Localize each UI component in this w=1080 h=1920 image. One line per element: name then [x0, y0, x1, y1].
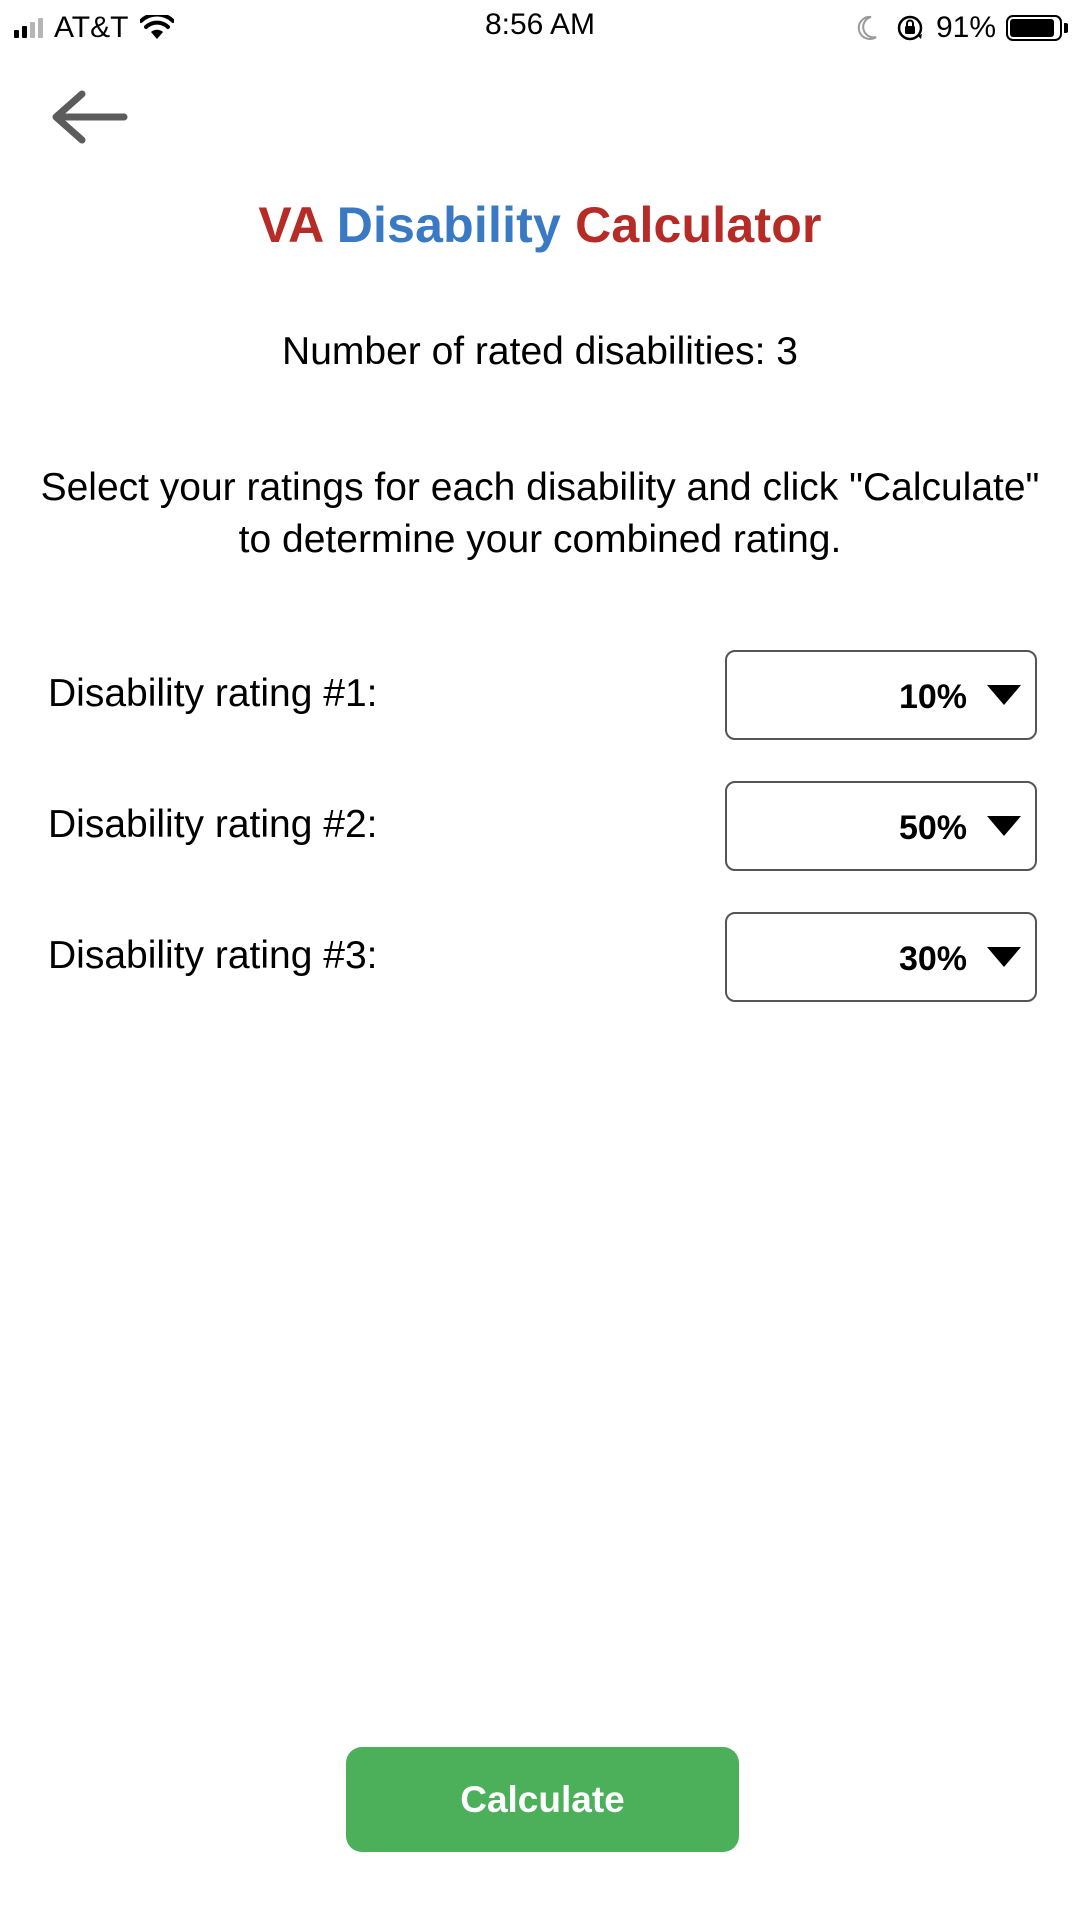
rating-value-3: 30% — [898, 940, 967, 978]
dropdown-caret-icon — [987, 685, 1021, 705]
status-bar: AT&T 8:56 AM 91% — [0, 0, 1080, 56]
title-part-calculator: Calculator — [575, 197, 822, 253]
battery-icon — [1006, 15, 1062, 41]
instructions-text: Select your ratings for each disability … — [40, 466, 1040, 561]
moon-icon — [857, 15, 877, 40]
rating-value-2: 50% — [898, 809, 967, 847]
battery-percent: 91% — [935, 11, 996, 44]
rating-select-2[interactable]: 50% — [725, 781, 1037, 871]
dropdown-caret-icon — [987, 947, 1021, 967]
orientation-lock-icon — [897, 15, 923, 41]
battery-cap — [1064, 23, 1068, 33]
rating-select-1[interactable]: 10% — [725, 650, 1037, 740]
rating-row-2: Disability rating #2: 50% — [0, 781, 1080, 871]
disability-count-text: Number of rated disabilities: 3 — [282, 330, 798, 373]
rating-label-2: Disability rating #2: — [48, 803, 378, 846]
calculate-button[interactable]: Calculate — [346, 1747, 739, 1852]
rating-row-1: Disability rating #1: 10% — [0, 650, 1080, 740]
title-part-va: VA — [258, 197, 323, 253]
page-title: VA Disability Calculator — [0, 196, 1080, 254]
status-right: 91% — [856, 10, 1068, 46]
rating-value-1: 10% — [898, 678, 967, 716]
rating-row-3: Disability rating #3: 30% — [0, 912, 1080, 1002]
back-button[interactable] — [44, 82, 134, 152]
dropdown-caret-icon — [987, 816, 1021, 836]
back-arrow-icon — [52, 90, 128, 144]
rating-select-3[interactable]: 30% — [725, 912, 1037, 1002]
rating-label-3: Disability rating #3: — [48, 934, 378, 977]
rating-label-1: Disability rating #1: — [48, 672, 378, 715]
title-part-disability: Disability — [336, 197, 562, 253]
